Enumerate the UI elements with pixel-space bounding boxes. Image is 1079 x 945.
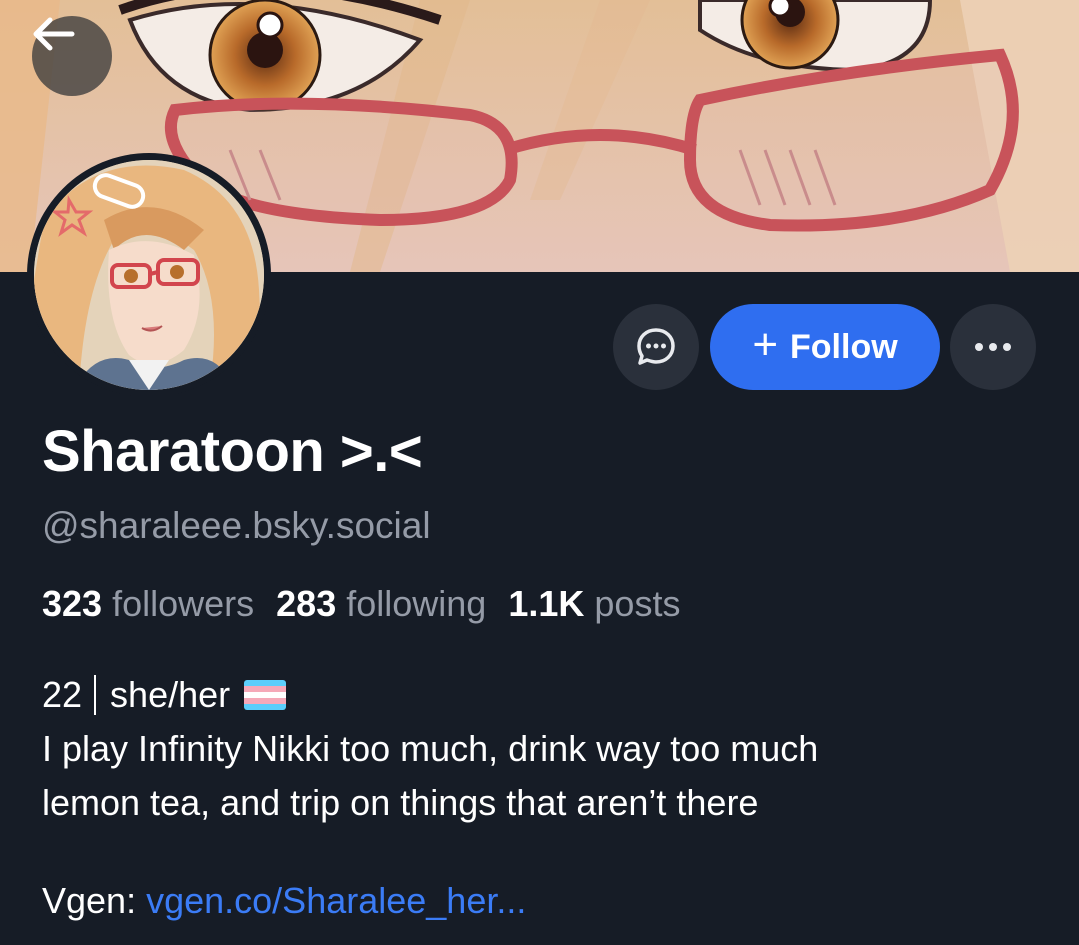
followers-count: 323 — [42, 583, 103, 624]
following-count: 283 — [276, 583, 337, 624]
bio-vgen-line: Vgen: vgen.co/Sharalee_her... — [42, 880, 526, 922]
following-stat[interactable]: 283 following — [276, 583, 486, 624]
more-options-button[interactable] — [950, 304, 1036, 390]
avatar-image — [34, 160, 264, 390]
posts-stat: 1.1K posts — [508, 583, 680, 624]
profile-bio: 22 she/her I play Infinity Nikki too muc… — [42, 668, 1042, 830]
display-name: Sharatoon >.< — [42, 419, 423, 484]
trans-flag-icon — [244, 680, 287, 710]
vgen-link[interactable]: vgen.co/Sharalee_her... — [146, 880, 526, 921]
posts-label: posts — [594, 583, 681, 624]
back-button[interactable] — [32, 16, 112, 96]
followers-label: followers — [112, 583, 255, 624]
bio-line-2: I play Infinity Nikki too much, drink wa… — [42, 728, 819, 769]
vgen-label: Vgen: — [42, 880, 137, 921]
arrow-left-icon — [33, 17, 75, 51]
ellipsis-icon — [975, 343, 1011, 351]
following-label: following — [346, 583, 487, 624]
bio-line-1: 22 she/her — [42, 668, 1042, 722]
bio-age: 22 — [42, 674, 83, 715]
followers-stat[interactable]: 323 followers — [42, 583, 254, 624]
follow-button[interactable]: + Follow — [710, 304, 940, 390]
bio-line-3: lemon tea, and trip on things that aren’… — [42, 782, 759, 823]
profile-page: + Follow Sharatoon >.< @sharaleee.bsky.s… — [0, 0, 1079, 945]
message-button[interactable] — [613, 304, 699, 390]
plus-icon: + — [752, 320, 779, 369]
divider — [94, 675, 97, 715]
avatar[interactable] — [27, 153, 271, 397]
chat-bubble-icon — [637, 328, 675, 365]
posts-count: 1.1K — [508, 583, 585, 624]
profile-handle[interactable]: @sharaleee.bsky.social — [42, 505, 431, 547]
profile-stats: 323 followers 283 following 1.1K posts — [42, 583, 680, 625]
bio-pronouns: she/her — [110, 674, 231, 715]
follow-label: Follow — [790, 327, 898, 366]
